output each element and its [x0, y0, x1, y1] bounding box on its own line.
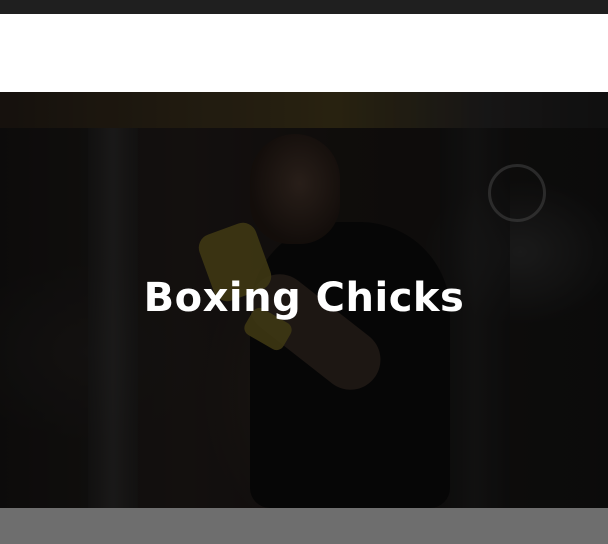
hero-overlay-band [0, 92, 608, 128]
top-bar [0, 0, 608, 14]
bottom-bar [0, 508, 608, 544]
hero-title: Boxing Chicks [143, 275, 465, 321]
site-header [0, 14, 608, 92]
hero-banner: Boxing Chicks [0, 92, 608, 508]
